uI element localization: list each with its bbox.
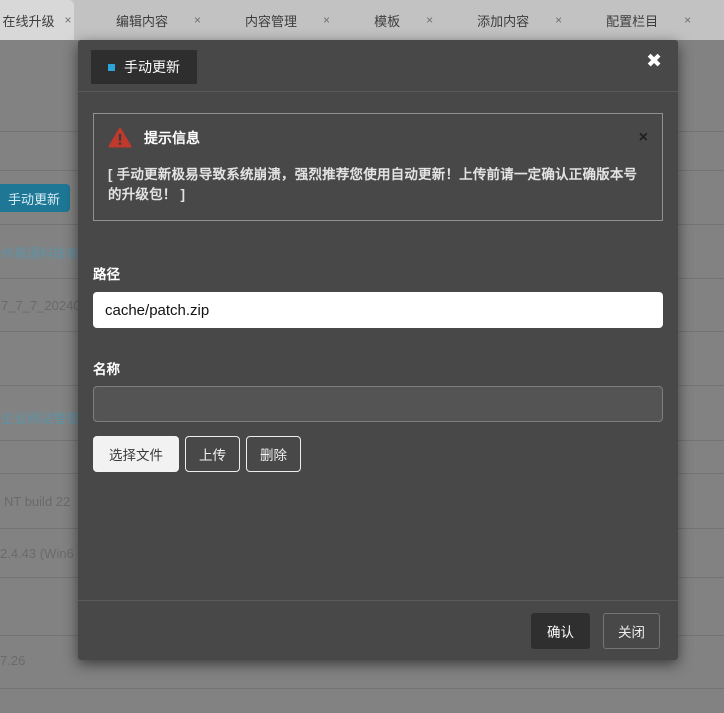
background-partial-text: NT build 22	[4, 494, 70, 509]
modal-header: 手动更新 ✖	[78, 40, 678, 92]
modal-footer: 确认 关闭	[78, 600, 678, 660]
manual-update-button-background: 手动更新	[0, 184, 70, 212]
tab-template[interactable]: 模板 ×	[352, 0, 455, 40]
warning-panel: 提示信息 × [ 手动更新极易导致系统崩溃，强烈推荐您使用自动更新！上传前请一定…	[93, 113, 663, 221]
delete-button[interactable]: 删除	[246, 436, 301, 472]
warning-message: [ 手动更新极易导致系统崩溃，强烈推荐您使用自动更新！上传前请一定确认正确版本号…	[108, 163, 648, 203]
tab-close-icon[interactable]: ×	[65, 13, 72, 27]
tab-add-content[interactable]: 添加内容 ×	[455, 0, 584, 40]
choose-file-button[interactable]: 选择文件	[93, 436, 179, 472]
tab-label: 配置栏目	[606, 11, 658, 30]
tab-content-management[interactable]: 内容管理 ×	[223, 0, 352, 40]
tab-close-icon[interactable]: ×	[555, 13, 562, 27]
tab-close-icon[interactable]: ×	[194, 13, 201, 27]
file-button-row: 选择文件 上传 删除	[93, 436, 663, 472]
tab-configure-column[interactable]: 配置栏目 ×	[584, 0, 713, 40]
warning-triangle-icon	[108, 127, 132, 148]
path-input[interactable]	[93, 292, 663, 328]
tab-close-icon[interactable]: ×	[684, 13, 691, 27]
modal-body: 提示信息 × [ 手动更新极易导致系统崩溃，强烈推荐您使用自动更新！上传前请一定…	[78, 113, 678, 472]
background-partial-text: 2.4.43 (Win6	[0, 546, 74, 561]
warning-title: 提示信息	[144, 128, 200, 148]
tab-bar: 在线升级 × 编辑内容 × 内容管理 × 模板 × 添加内容 × 配置栏目 ×	[0, 0, 724, 40]
tab-label: 编辑内容	[116, 11, 168, 30]
manual-update-modal: 手动更新 ✖ 提示信息 × [ 手动更新极易导致系统崩溃，强烈推荐您使用自动更新…	[78, 40, 678, 660]
name-input[interactable]	[93, 386, 663, 422]
modal-title-box: 手动更新	[91, 50, 197, 84]
name-label: 名称	[93, 358, 663, 378]
tab-label: 在线升级	[2, 11, 54, 30]
background-partial-text: 7.26	[0, 653, 25, 668]
background-partial-text: 7_7_7_20240	[1, 298, 81, 313]
tab-label: 内容管理	[245, 11, 297, 30]
upload-button[interactable]: 上传	[185, 436, 240, 472]
background-partial-text: 企业网站管理	[1, 408, 79, 427]
blue-square-icon	[108, 64, 115, 71]
tab-label: 模板	[374, 11, 400, 30]
tab-label: 添加内容	[477, 11, 529, 30]
background-partial-text: 州易通科技有	[1, 243, 79, 262]
tab-online-upgrade[interactable]: 在线升级 ×	[0, 0, 74, 40]
tab-edit-content[interactable]: 编辑内容 ×	[94, 0, 223, 40]
path-label: 路径	[93, 263, 663, 283]
warning-header: 提示信息 ×	[108, 127, 648, 148]
table-row-divider	[0, 688, 724, 689]
warning-close-icon[interactable]: ×	[639, 130, 648, 146]
tab-close-icon[interactable]: ×	[323, 13, 330, 27]
modal-title: 手动更新	[124, 57, 180, 77]
close-button[interactable]: 关闭	[603, 613, 660, 649]
modal-close-icon[interactable]: ✖	[646, 52, 662, 71]
tab-close-icon[interactable]: ×	[426, 13, 433, 27]
confirm-button[interactable]: 确认	[531, 613, 590, 649]
